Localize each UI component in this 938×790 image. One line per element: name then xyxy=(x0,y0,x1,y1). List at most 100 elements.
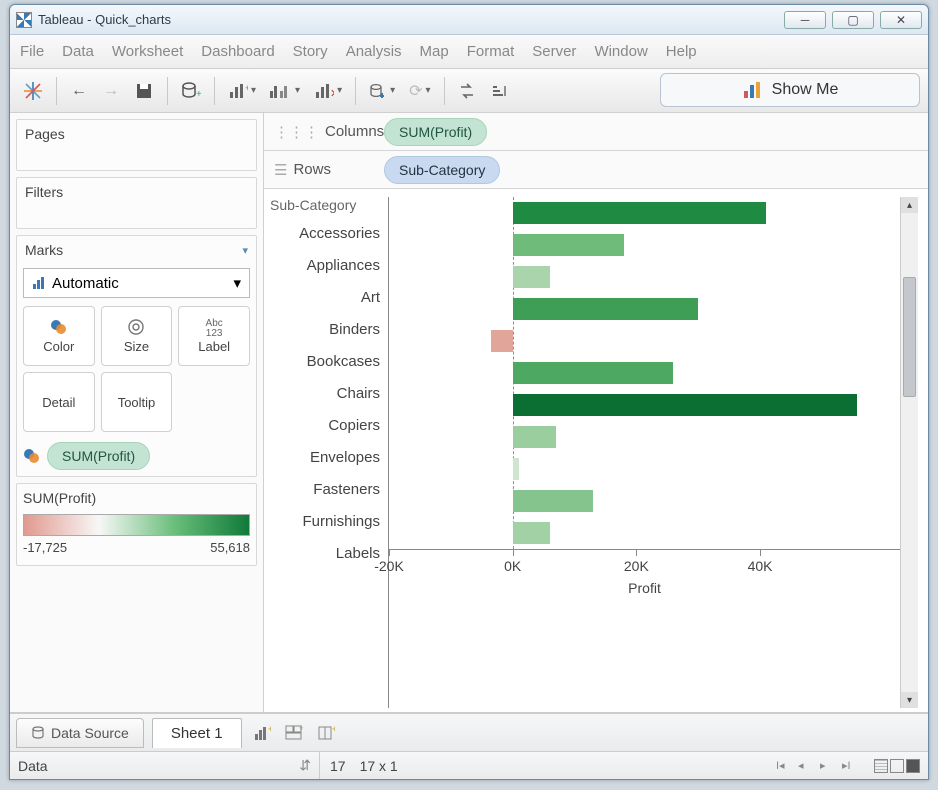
status-dims: 17 x 1 xyxy=(360,758,398,774)
nav-next-icon[interactable]: ▸ xyxy=(820,759,836,773)
sheet1-tab[interactable]: Sheet 1 xyxy=(152,718,242,748)
view-presentation-icon[interactable] xyxy=(906,759,920,773)
forward-button[interactable]: → xyxy=(97,76,125,106)
back-button[interactable]: ← xyxy=(65,76,93,106)
chart-bar[interactable] xyxy=(513,458,519,480)
chart-plot[interactable]: Profit -20K0K20K40K xyxy=(388,197,900,708)
view-grid-icon[interactable] xyxy=(874,759,888,773)
pages-shelf[interactable]: Pages xyxy=(16,119,257,171)
menu-format[interactable]: Format xyxy=(467,43,515,60)
marks-type-dropdown[interactable]: Automatic ▾ xyxy=(23,268,250,298)
show-me-button[interactable]: Show Me xyxy=(660,73,920,107)
scroll-down-button[interactable]: ▾ xyxy=(901,692,918,708)
row-label[interactable]: Chairs xyxy=(270,377,388,409)
marks-color-button[interactable]: Color xyxy=(23,306,95,366)
nav-last-icon[interactable]: ▸I xyxy=(842,759,858,773)
menu-analysis[interactable]: Analysis xyxy=(346,43,402,60)
chart-bar[interactable] xyxy=(513,522,550,544)
tableau-logo-icon[interactable] xyxy=(18,76,48,106)
marks-label-button[interactable]: Abc123Label xyxy=(178,306,250,366)
row-label[interactable]: Appliances xyxy=(270,249,388,281)
chart-bar[interactable] xyxy=(491,330,513,352)
chart-bar[interactable] xyxy=(513,266,550,288)
refresh-button[interactable]: ⟳ xyxy=(404,76,435,106)
autoupdate-button[interactable] xyxy=(364,76,400,106)
legend-title: SUM(Profit) xyxy=(23,490,250,506)
row-label[interactable]: Labels xyxy=(270,537,388,569)
row-label[interactable]: Art xyxy=(270,281,388,313)
scroll-thumb[interactable] xyxy=(903,277,916,397)
legend-gradient[interactable] xyxy=(23,514,250,536)
menu-window[interactable]: Window xyxy=(594,43,647,60)
chart-scrollbar[interactable]: ▴ ▾ xyxy=(900,197,918,708)
rows-shelf[interactable]: ☰Rows Sub-Category xyxy=(264,151,928,189)
row-label[interactable]: Copiers xyxy=(270,409,388,441)
app-icon xyxy=(16,12,32,28)
menu-data[interactable]: Data xyxy=(62,43,94,60)
nav-prev-icon[interactable]: ◂ xyxy=(798,759,814,773)
marks-title: Marks xyxy=(25,242,63,258)
marks-dropdown-icon[interactable]: ▾ xyxy=(242,244,248,257)
rows-pill[interactable]: Sub-Category xyxy=(384,156,500,184)
row-label[interactable]: Binders xyxy=(270,313,388,345)
maximize-button[interactable]: ▢ xyxy=(832,11,874,29)
chart-bar[interactable] xyxy=(513,426,556,448)
legend-min: -17,725 xyxy=(23,540,67,555)
menu-server[interactable]: Server xyxy=(532,43,576,60)
columns-label: Columns xyxy=(325,123,384,140)
nav-first-icon[interactable]: I◂ xyxy=(776,759,792,773)
row-label[interactable]: Furnishings xyxy=(270,505,388,537)
new-worksheet-button[interactable]: + xyxy=(223,76,261,106)
new-datasource-button[interactable]: + xyxy=(176,76,206,106)
menu-map[interactable]: Map xyxy=(420,43,449,60)
minimize-button[interactable]: ─ xyxy=(784,11,826,29)
row-label[interactable]: Bookcases xyxy=(270,345,388,377)
sort-asc-button[interactable] xyxy=(485,76,513,106)
row-label[interactable]: Fasteners xyxy=(270,473,388,505)
data-source-tab[interactable]: Data Source xyxy=(16,718,144,748)
sheet-tabs: Data Source Sheet 1 + + + xyxy=(10,713,928,751)
marks-size-button[interactable]: Size xyxy=(101,306,173,366)
scroll-up-button[interactable]: ▴ xyxy=(901,197,918,213)
marks-tooltip-button[interactable]: Tooltip xyxy=(101,372,173,432)
view-tabs-icon[interactable] xyxy=(890,759,904,773)
duplicate-worksheet-button[interactable] xyxy=(265,76,305,106)
chart-bar[interactable] xyxy=(513,202,767,224)
worksheet-area: ⋮⋮⋮Columns SUM(Profit) ☰Rows Sub-Categor… xyxy=(264,113,928,712)
statusbar: Data ⇵ 17 17 x 1 I◂ ◂ ▸ ▸I xyxy=(10,751,928,779)
menu-dashboard[interactable]: Dashboard xyxy=(201,43,274,60)
pages-title: Pages xyxy=(17,120,256,148)
close-button[interactable]: ✕ xyxy=(880,11,922,29)
new-story-tab[interactable]: + xyxy=(314,721,338,745)
marks-detail-button[interactable]: Detail xyxy=(23,372,95,432)
menu-worksheet[interactable]: Worksheet xyxy=(112,43,183,60)
chart-bar[interactable] xyxy=(513,298,699,320)
filters-shelf[interactable]: Filters xyxy=(16,177,257,229)
row-label[interactable]: Accessories xyxy=(270,217,388,249)
marks-color-pill[interactable]: SUM(Profit) xyxy=(47,442,150,470)
chart-bar[interactable] xyxy=(513,362,674,384)
rows-label: Rows xyxy=(293,161,331,178)
menu-story[interactable]: Story xyxy=(293,43,328,60)
x-tick-label: 20K xyxy=(624,558,649,574)
columns-shelf[interactable]: ⋮⋮⋮Columns SUM(Profit) xyxy=(264,113,928,151)
save-button[interactable] xyxy=(129,76,159,106)
menu-help[interactable]: Help xyxy=(666,43,697,60)
new-worksheet-tab[interactable]: + xyxy=(250,721,274,745)
row-label[interactable]: Envelopes xyxy=(270,441,388,473)
svg-text:+: + xyxy=(196,89,201,100)
chart-bar[interactable] xyxy=(513,234,624,256)
titlebar: Tableau - Quick_charts ─ ▢ ✕ xyxy=(10,5,928,35)
label-icon: Abc123 xyxy=(206,319,223,339)
new-dashboard-tab[interactable]: + xyxy=(282,721,306,745)
chart-header: Sub-Category xyxy=(270,197,388,213)
clear-worksheet-button[interactable]: ✕ xyxy=(309,76,347,106)
status-data-pane[interactable]: Data ⇵ xyxy=(10,752,320,779)
swap-button[interactable] xyxy=(453,76,481,106)
menu-file[interactable]: File xyxy=(20,43,44,60)
chart-bar[interactable] xyxy=(513,394,857,416)
columns-pill[interactable]: SUM(Profit) xyxy=(384,118,487,146)
svg-text:✕: ✕ xyxy=(330,88,334,99)
chart-bar[interactable] xyxy=(513,490,593,512)
expand-icon[interactable]: ⇵ xyxy=(299,757,311,774)
